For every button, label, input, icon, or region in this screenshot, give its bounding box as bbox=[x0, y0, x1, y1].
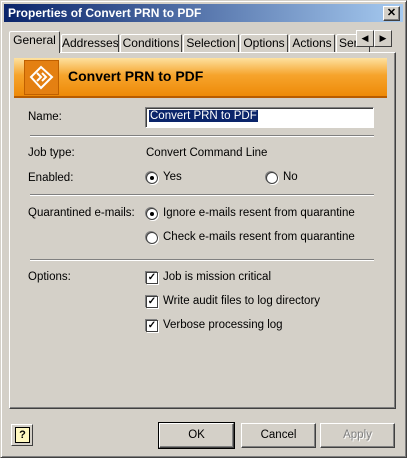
tab-conditions[interactable]: Conditions bbox=[120, 34, 182, 53]
quarantine-ignore-label[interactable]: Ignore e-mails resent from quarantine bbox=[163, 207, 355, 219]
close-button[interactable]: ✕ bbox=[383, 6, 400, 21]
window-title: Properties of Convert PRN to PDF bbox=[8, 6, 202, 20]
separator bbox=[30, 135, 374, 137]
tab-scroll-right-button[interactable]: ▶ bbox=[374, 30, 392, 47]
separator bbox=[30, 259, 374, 261]
convert-icon bbox=[24, 60, 59, 95]
banner-title: Convert PRN to PDF bbox=[68, 68, 204, 84]
name-field-value: Convert PRN to PDF bbox=[149, 110, 258, 122]
tab-addresses[interactable]: Addresses bbox=[61, 34, 119, 53]
separator bbox=[30, 194, 374, 196]
apply-button[interactable]: Apply bbox=[320, 423, 395, 448]
job-type-value: Convert Command Line bbox=[146, 147, 268, 159]
tab-actions[interactable]: Actions bbox=[289, 34, 335, 53]
tab-scroll-buttons: ◀ ▶ bbox=[356, 30, 392, 47]
title-bar: Properties of Convert PRN to PDF ✕ bbox=[4, 4, 403, 22]
tab-strip: General Addresses Conditions Selection O… bbox=[9, 31, 395, 53]
chevron-left-icon: ◀ bbox=[361, 33, 369, 43]
name-label: Name: bbox=[28, 111, 62, 123]
cancel-button[interactable]: Cancel bbox=[241, 423, 316, 448]
audit-files-checkbox[interactable]: ✓ bbox=[146, 296, 158, 308]
mission-critical-checkbox[interactable]: ✓ bbox=[146, 272, 158, 284]
close-icon: ✕ bbox=[386, 7, 397, 19]
job-banner: Convert PRN to PDF bbox=[14, 58, 387, 98]
quarantine-label: Quarantined e-mails: bbox=[28, 207, 135, 219]
checkmark-icon: ✓ bbox=[147, 296, 157, 307]
verbose-log-checkbox[interactable]: ✓ bbox=[146, 320, 158, 332]
checkmark-icon: ✓ bbox=[147, 320, 157, 331]
options-label: Options: bbox=[28, 271, 71, 283]
verbose-log-label[interactable]: Verbose processing log bbox=[163, 319, 283, 331]
tab-scroll-left-button[interactable]: ◀ bbox=[356, 30, 374, 47]
tab-options[interactable]: Options bbox=[240, 34, 288, 53]
enabled-no-radio[interactable] bbox=[266, 172, 278, 184]
tab-general[interactable]: General bbox=[9, 31, 60, 53]
ok-button[interactable]: OK bbox=[158, 422, 235, 449]
enabled-no-label[interactable]: No bbox=[283, 171, 298, 183]
help-icon: ? bbox=[15, 427, 30, 443]
enabled-label: Enabled: bbox=[28, 172, 74, 184]
quarantine-check-label[interactable]: Check e-mails resent from quarantine bbox=[163, 231, 355, 243]
enabled-yes-label[interactable]: Yes bbox=[163, 171, 182, 183]
quarantine-check-radio[interactable] bbox=[146, 232, 158, 244]
help-button[interactable]: ? bbox=[11, 424, 33, 446]
checkmark-icon: ✓ bbox=[147, 272, 157, 283]
enabled-yes-radio[interactable] bbox=[146, 172, 158, 184]
job-type-label: Job type: bbox=[28, 147, 75, 159]
chevron-right-icon: ▶ bbox=[379, 33, 387, 43]
tab-selection[interactable]: Selection bbox=[183, 34, 239, 53]
mission-critical-label[interactable]: Job is mission critical bbox=[163, 271, 271, 283]
name-field[interactable]: Convert PRN to PDF bbox=[145, 107, 374, 128]
audit-files-label[interactable]: Write audit files to log directory bbox=[163, 295, 320, 307]
quarantine-ignore-radio[interactable] bbox=[146, 208, 158, 220]
